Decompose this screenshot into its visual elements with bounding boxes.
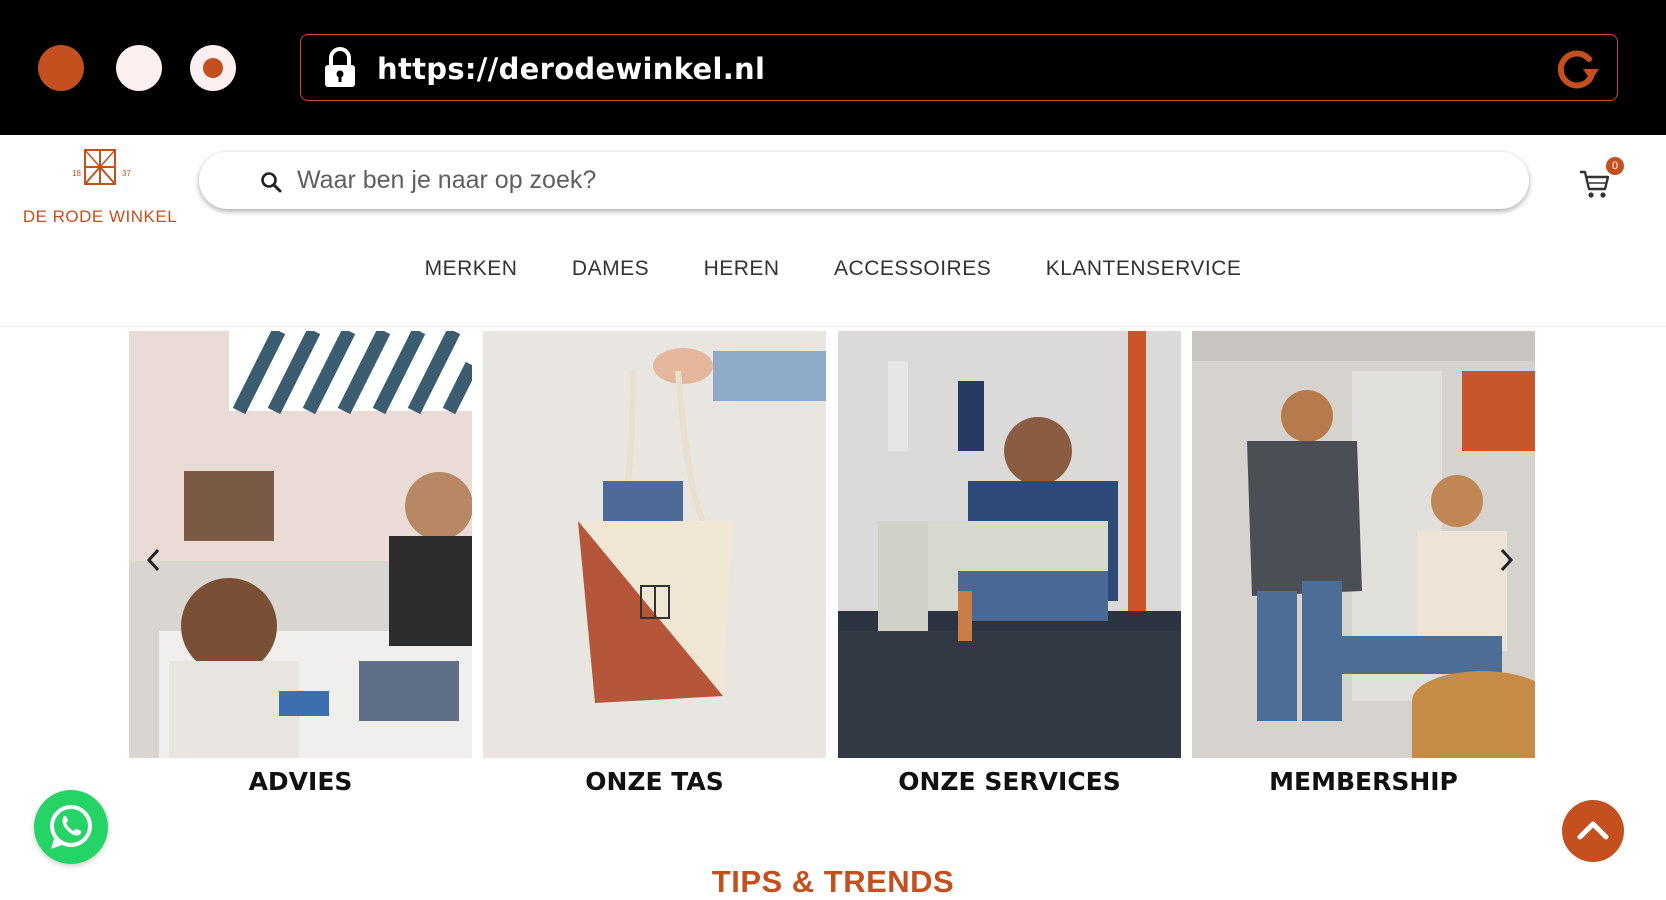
reload-icon[interactable]	[1553, 47, 1599, 89]
tile-label-onze-tas: ONZE TAS	[585, 767, 724, 796]
tile-image-onze-tas	[483, 331, 826, 758]
cart-icon	[1580, 170, 1610, 198]
tile-label-advies: ADVIES	[248, 767, 353, 796]
tile-label-onze-services: ONZE SERVICES	[898, 767, 1121, 796]
window-close-dot[interactable]	[38, 45, 84, 91]
whatsapp-icon	[50, 805, 92, 849]
tile-image-membership	[1192, 331, 1535, 758]
browser-chrome: https://derodewinkel.nl	[0, 0, 1666, 135]
logo-text: DE RODE WINKEL	[22, 207, 178, 226]
nav-item-accessoires[interactable]: ACCESSOIRES	[834, 257, 991, 281]
nav-item-merken[interactable]: MERKEN	[425, 257, 518, 281]
window-minimize-dot[interactable]	[116, 45, 162, 91]
chevron-up-icon	[1577, 821, 1609, 840]
window-maximize-dot[interactable]	[190, 45, 236, 91]
feature-carousel: ADVIES ONZE TAS ONZE SERVICES MEMBERSHIP	[129, 331, 1535, 801]
search-icon[interactable]	[259, 170, 283, 194]
section-title: TIPS & TRENDS	[711, 864, 955, 899]
lock-icon	[325, 47, 355, 87]
url-text: https://derodewinkel.nl	[377, 52, 766, 86]
logo-mark-icon	[84, 149, 116, 185]
logo-year-left: 18	[72, 169, 81, 178]
search-bar	[199, 152, 1529, 209]
search-input[interactable]	[297, 160, 1477, 200]
address-bar[interactable]: https://derodewinkel.nl	[300, 34, 1618, 101]
carousel-prev-icon[interactable]	[144, 546, 164, 574]
nav-item-klantenservice[interactable]: KLANTENSERVICE	[1046, 257, 1242, 281]
main-nav: MERKEN DAMES HEREN ACCESSOIRES KLANTENSE…	[0, 257, 1666, 287]
carousel-next-icon[interactable]	[1496, 546, 1516, 574]
nav-item-heren[interactable]: HEREN	[704, 257, 780, 281]
whatsapp-button[interactable]	[34, 790, 108, 864]
tile-onze-tas[interactable]: ONZE TAS	[483, 331, 826, 801]
tile-image-advies	[129, 331, 472, 758]
cart-count-badge: 0	[1606, 157, 1624, 175]
tile-advies[interactable]: ADVIES	[129, 331, 472, 801]
tile-image-onze-services	[838, 331, 1181, 758]
nav-item-dames[interactable]: DAMES	[572, 257, 649, 281]
site-header: 18 37 DE RODE WINKEL 0 MERKEN DAMES HERE…	[0, 135, 1666, 327]
cart-button[interactable]: 0	[1578, 157, 1624, 203]
site-logo[interactable]: 18 37 DE RODE WINKEL	[22, 147, 178, 227]
logo-year-right: 37	[122, 169, 131, 178]
tile-onze-services[interactable]: ONZE SERVICES	[838, 331, 1181, 801]
tile-label-membership: MEMBERSHIP	[1269, 767, 1458, 796]
tile-membership[interactable]: MEMBERSHIP	[1192, 331, 1535, 801]
scroll-to-top-button[interactable]	[1562, 800, 1624, 862]
